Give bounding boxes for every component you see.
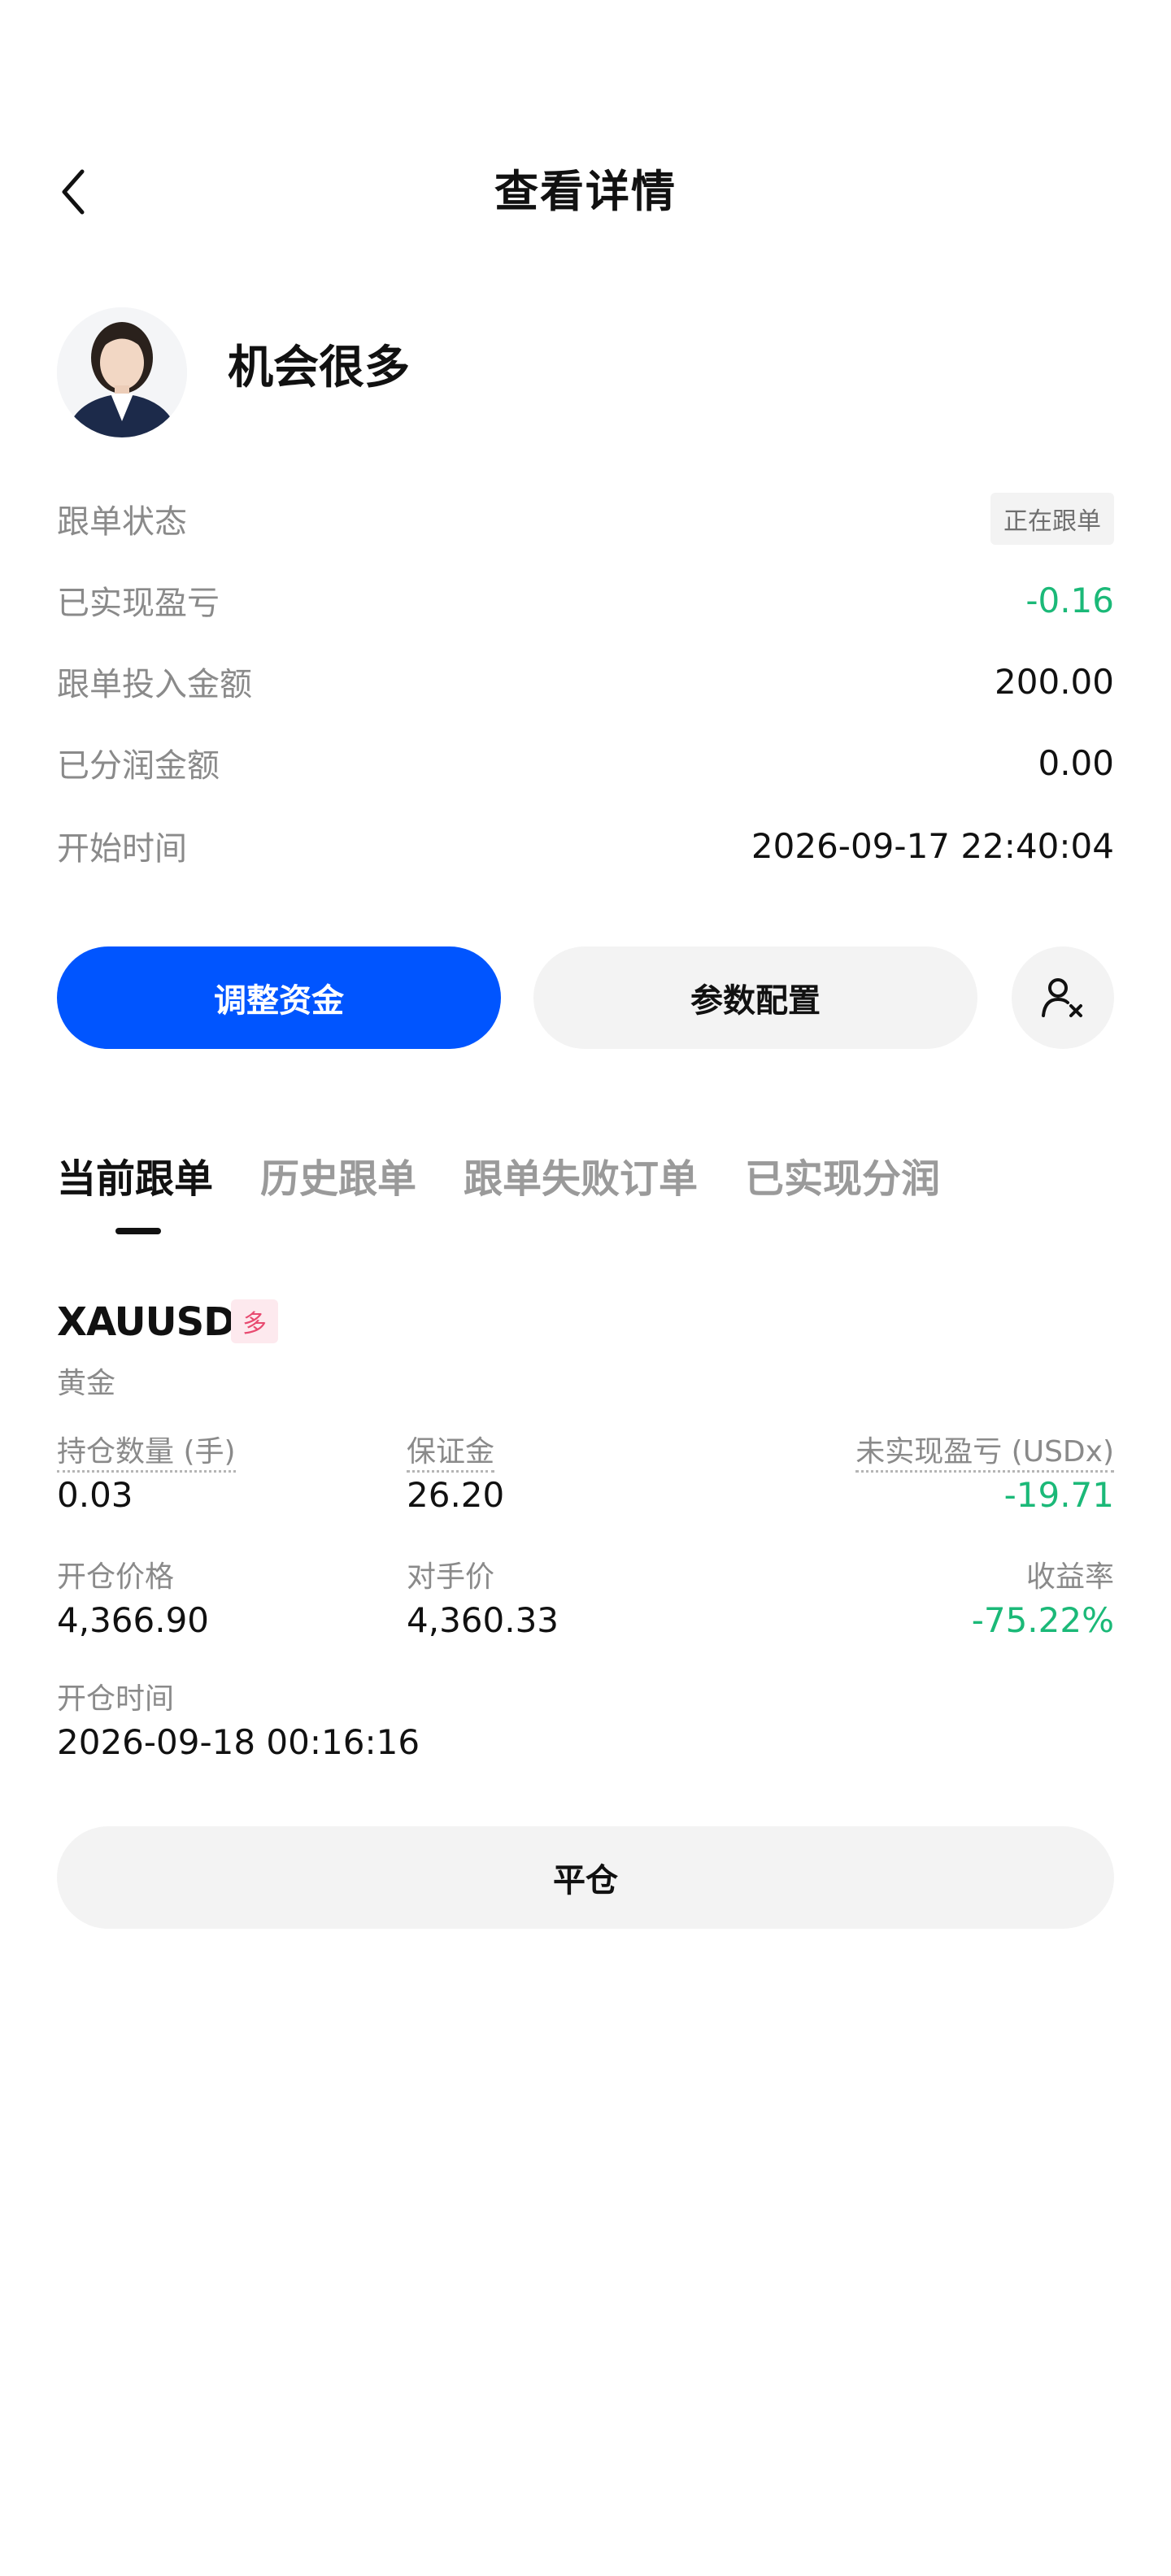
tab-history[interactable]: 历史跟单 [260,1147,416,1203]
qty-label[interactable]: 持仓数量 (手) [57,1435,236,1473]
open-time-field: 开仓时间 2026-09-18 00:16:16 [57,1675,420,1762]
profit-share-row: 已分润金额 0.00 [57,730,1114,795]
realized-pnl-label: 已实现盈亏 [57,585,220,622]
user-remove-icon [1042,978,1082,1017]
invest-label: 跟单投入金额 [57,666,252,703]
counter-price-field: 对手价 4,360.33 [407,1553,559,1640]
open-time-value: 2026-09-18 00:16:16 [57,1722,420,1762]
qty-field: 持仓数量 (手) 0.03 [57,1428,236,1515]
yield-field: 收益率 -75.22% [972,1553,1114,1640]
status-row: 跟单状态 正在跟单 [57,486,1114,551]
qty-value: 0.03 [57,1475,133,1515]
open-price-value: 4,366.90 [57,1600,210,1640]
status-label: 跟单状态 [57,503,187,541]
realized-pnl-value: -0.16 [1025,580,1114,620]
margin-label[interactable]: 保证金 [407,1435,495,1473]
side-badge: 多 [231,1299,278,1343]
tab-bar: 当前跟单 历史跟单 跟单失败订单 已实现分润 [57,1138,940,1212]
tab-current[interactable]: 当前跟单 [57,1147,213,1203]
page-title: 查看详情 [494,166,677,217]
open-price-field: 开仓价格 4,366.90 [57,1553,209,1640]
open-price-label: 开仓价格 [57,1560,175,1594]
profit-share-value: 0.00 [1038,742,1114,783]
upnl-value: -19.71 [1003,1475,1114,1515]
back-button[interactable] [49,159,98,224]
tab-failed[interactable]: 跟单失败订单 [464,1147,698,1203]
unfollow-button[interactable] [1012,946,1114,1049]
config-button[interactable]: 参数配置 [533,946,977,1049]
upnl-label[interactable]: 未实现盈亏 (USDx) [855,1435,1114,1473]
position-symbol: XAUUSD [57,1299,236,1345]
yield-label: 收益率 [1025,1560,1114,1594]
counter-price-value: 4,360.33 [407,1600,559,1640]
start-time-label: 开始时间 [57,830,187,868]
start-time-row: 开始时间 2026-09-17 22:40:04 [57,813,1114,878]
profit-share-label: 已分润金额 [57,747,220,785]
counter-price-label: 对手价 [407,1560,495,1594]
open-time-label: 开仓时间 [57,1682,175,1716]
invest-value: 200.00 [995,661,1114,702]
realized-pnl-row: 已实现盈亏 -0.16 [57,568,1114,633]
margin-field: 保证金 26.20 [407,1428,504,1515]
tab-indicator [115,1228,161,1234]
avatar [57,307,187,437]
invest-row: 跟单投入金额 200.00 [57,649,1114,714]
upnl-field: 未实现盈亏 (USDx) -19.71 [855,1428,1114,1515]
chevron-left-icon [62,169,85,215]
status-badge: 正在跟单 [990,493,1114,545]
adjust-funds-button[interactable]: 调整资金 [57,946,501,1049]
tab-profit-share[interactable]: 已实现分润 [745,1147,940,1203]
trader-name: 机会很多 [228,342,410,394]
close-position-button[interactable]: 平仓 [57,1826,1114,1929]
yield-value: -75.22% [971,1600,1114,1640]
start-time-value: 2026-09-17 22:40:04 [751,825,1114,866]
position-name: 黄金 [57,1367,116,1400]
margin-value: 26.20 [407,1475,505,1515]
